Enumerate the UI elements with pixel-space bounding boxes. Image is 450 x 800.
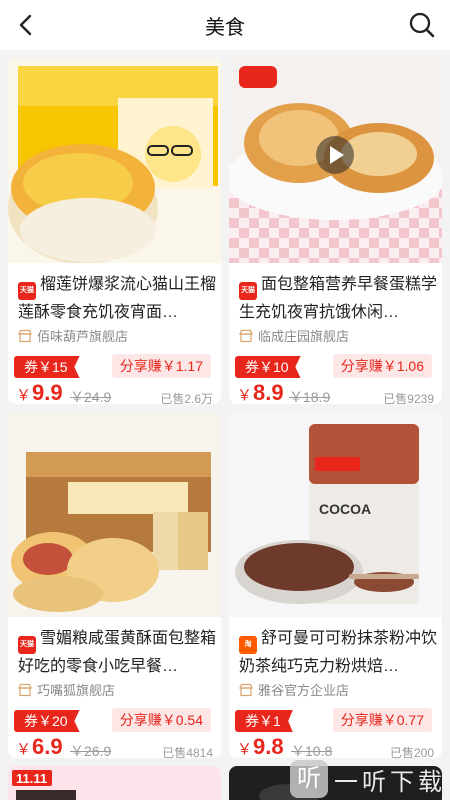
watermark-logo: 听 bbox=[290, 760, 328, 798]
price-value: 9.9 bbox=[32, 380, 63, 404]
price-value: 6.9 bbox=[32, 734, 63, 758]
video-play-icon[interactable] bbox=[316, 136, 354, 174]
share-earn-button[interactable]: 分享赚￥1.17 bbox=[111, 354, 211, 378]
product-card[interactable]: 天猫 雪媚粮咸蛋黄酥面包整箱好吃的零食小吃早餐… 巧嘴狐旗舰店 券￥20 分享赚￥… bbox=[8, 412, 221, 758]
product-card[interactable]: COCOA 淘舒可曼可可粉抹茶粉冲饮奶茶纯巧克力粉烘焙… 雅谷官方企业店 券￥1… bbox=[229, 412, 442, 758]
product-image: 11.11 bbox=[8, 766, 221, 800]
original-price: ￥24.9 bbox=[70, 389, 112, 404]
tmall-badge-icon: 天猫 bbox=[239, 282, 257, 300]
product-card[interactable]: 天猫 榴莲饼爆浆流心猫山王榴莲酥零食充饥夜宵面… 佰味葫芦旗舰店 券￥15 分享赚… bbox=[8, 58, 221, 404]
product-card[interactable]: 天猫 面包整箱营养早餐蛋糕学生充饥夜宵抗饿休闲… 临成庄园旗舰店 券￥10 分享赚… bbox=[229, 58, 442, 404]
product-title[interactable]: 天猫 榴莲饼爆浆流心猫山王榴莲酥零食充饥夜宵面… bbox=[18, 272, 218, 325]
price-value: 9.8 bbox=[253, 734, 284, 758]
product-title-text: 舒可曼可可粉抹茶粉冲饮奶茶纯巧克力粉烘焙… bbox=[239, 630, 438, 675]
product-image: COCOA bbox=[229, 412, 442, 617]
original-price: ￥26.9 bbox=[70, 743, 112, 758]
product-title[interactable]: 天猫 雪媚粮咸蛋黄酥面包整箱好吃的零食小吃早餐… bbox=[18, 626, 218, 679]
shop-info[interactable]: 佰味葫芦旗舰店 bbox=[18, 326, 128, 345]
sold-count: 已售4814 bbox=[162, 746, 213, 758]
store-icon bbox=[239, 329, 253, 342]
product-title[interactable]: 淘舒可曼可可粉抹茶粉冲饮奶茶纯巧克力粉烘焙… bbox=[239, 626, 439, 679]
currency-symbol: ￥ bbox=[237, 387, 253, 404]
coupon-badge[interactable]: 券￥20 bbox=[14, 710, 80, 732]
promo-badge: 11.11 bbox=[16, 771, 47, 786]
store-icon bbox=[18, 329, 32, 342]
share-earn-button[interactable]: 分享赚￥1.06 bbox=[332, 354, 432, 378]
original-price: ￥18.9 bbox=[289, 389, 331, 404]
sold-count: 已售9239 bbox=[383, 392, 434, 404]
share-earn-button[interactable]: 分享赚￥0.54 bbox=[111, 708, 211, 732]
shop-name: 临成庄园旗舰店 bbox=[258, 329, 350, 344]
original-price: ￥10.8 bbox=[291, 743, 333, 758]
shop-info[interactable]: 巧嘴狐旗舰店 bbox=[18, 680, 115, 699]
search-icon[interactable] bbox=[408, 11, 436, 39]
sold-count: 已售200 bbox=[389, 746, 434, 758]
page-title: 美食 bbox=[205, 16, 245, 39]
product-image bbox=[8, 412, 221, 617]
site-watermark: 听 一听下载 bbox=[290, 758, 450, 800]
coupon-badge[interactable]: 券￥1 bbox=[235, 710, 293, 732]
tmall-badge-icon: 天猫 bbox=[18, 636, 36, 654]
price-value: 8.9 bbox=[253, 380, 284, 404]
taobao-badge-icon: 淘 bbox=[239, 636, 257, 654]
current-price: ￥ 9.8 bbox=[237, 734, 284, 758]
product-image bbox=[8, 58, 221, 263]
shop-name: 佰味葫芦旗舰店 bbox=[37, 329, 129, 344]
current-price: ￥ 9.9 bbox=[16, 380, 63, 404]
store-icon bbox=[239, 683, 253, 696]
package-label: COCOA bbox=[319, 501, 371, 517]
shop-name: 雅谷官方企业店 bbox=[258, 683, 350, 698]
top-bar: 美食 bbox=[0, 0, 450, 50]
store-icon bbox=[18, 683, 32, 696]
product-title-text: 雪媚粮咸蛋黄酥面包整箱好吃的零食小吃早餐… bbox=[18, 630, 217, 675]
currency-symbol: ￥ bbox=[16, 741, 32, 758]
shop-name: 巧嘴狐旗舰店 bbox=[37, 683, 116, 698]
product-title-text: 面包整箱营养早餐蛋糕学生充饥夜宵抗饿休闲… bbox=[239, 276, 438, 321]
sold-count: 已售2.6万 bbox=[160, 392, 213, 404]
product-card-partial[interactable]: 11.11 bbox=[8, 766, 221, 800]
product-title-text: 榴莲饼爆浆流心猫山王榴莲酥零食充饥夜宵面… bbox=[18, 276, 217, 321]
tmall-badge-icon: 天猫 bbox=[18, 282, 36, 300]
shop-info[interactable]: 临成庄园旗舰店 bbox=[239, 326, 349, 345]
app-root: 美食 天猫 榴莲饼爆浆流心猫山王榴莲酥零食充饥夜宵面… 佰味葫芦旗舰店 券￥15… bbox=[0, 0, 450, 800]
shop-info[interactable]: 雅谷官方企业店 bbox=[239, 680, 349, 699]
coupon-badge[interactable]: 券￥15 bbox=[14, 356, 80, 378]
currency-symbol: ￥ bbox=[237, 741, 253, 758]
current-price: ￥ 8.9 bbox=[237, 380, 284, 404]
currency-symbol: ￥ bbox=[16, 387, 32, 404]
back-chevron-icon[interactable] bbox=[14, 12, 40, 38]
current-price: ￥ 6.9 bbox=[16, 734, 63, 758]
product-title[interactable]: 天猫 面包整箱营养早餐蛋糕学生充饥夜宵抗饿休闲… bbox=[239, 272, 439, 325]
share-earn-button[interactable]: 分享赚￥0.77 bbox=[332, 708, 432, 732]
coupon-badge[interactable]: 券￥10 bbox=[235, 356, 301, 378]
watermark-text: 一听下载 bbox=[334, 768, 446, 796]
